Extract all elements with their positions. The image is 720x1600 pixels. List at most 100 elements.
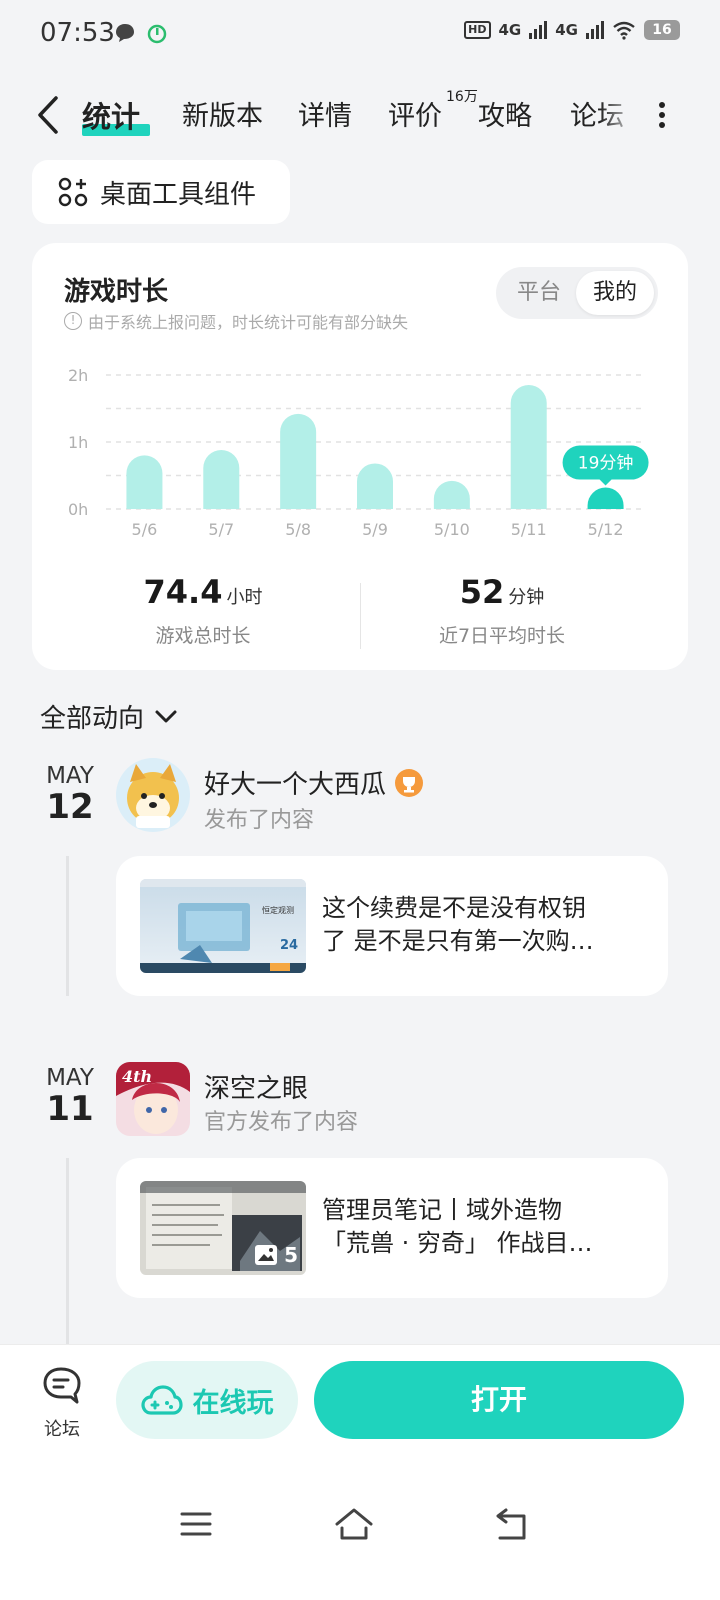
post-author-name: 好大一个大西瓜 [204,770,387,800]
segment-platform[interactable]: 平台 [504,271,574,315]
system-navigation-bar [0,1490,720,1570]
post-author[interactable]: 深空之眼 [204,1068,308,1105]
total-playtime-stat: 74.4 小时 游戏总时长 [118,573,288,648]
x-tick-label: 5/7 [208,520,234,539]
menu-icon[interactable] [176,1504,216,1544]
avatar[interactable] [116,758,190,832]
widget-grid-icon [58,177,88,207]
forum-button-label: 论坛 [44,1419,80,1440]
post-date-month: MAY [46,1065,94,1091]
more-options-icon[interactable] [654,98,670,134]
chart-bar [587,487,624,509]
chart-bar [510,385,547,509]
post-date-day: 11 [46,1089,94,1129]
avg-playtime-stat: 52 分钟 近7日平均时长 [422,573,582,648]
tab-new-version[interactable]: 新版本 [182,94,263,133]
playtime-note-text: 由于系统上报问题，时长统计可能有部分缺失 [88,313,409,332]
post-thumbnail: 恒定观测 24 [140,879,306,973]
highlight-tooltip-pointer [599,479,612,486]
post-author-name: 深空之眼 [204,1074,309,1104]
home-icon[interactable] [334,1504,374,1544]
avg-playtime-label: 近7日平均时长 [438,625,566,647]
x-tick-label: 5/6 [132,520,158,539]
status-time: 07:53 [40,18,115,48]
shiba-avatar-image [116,758,190,832]
thumb-number: 24 [280,938,298,953]
game-icon[interactable]: 4th [116,1062,190,1136]
x-tick-label: 5/11 [511,520,547,539]
post-date: MAY 11 [40,1065,100,1127]
back-nav-icon[interactable] [492,1504,532,1544]
tab-guides[interactable]: 攻略 [478,94,532,133]
tab-stats[interactable]: 统计 [82,94,140,136]
post-text-line: 这个续费是不是没有权钥 [322,894,586,922]
y-tick-label: 0h [68,500,88,519]
total-playtime-unit: 小时 [226,587,263,608]
open-game-button[interactable]: 打开 [314,1361,684,1439]
info-icon: ! [64,312,82,330]
play-online-button[interactable]: 在线玩 [116,1361,298,1439]
post-date: MAY 12 [40,763,100,825]
forum-chat-icon [43,1367,81,1404]
x-tick-label: 5/12 [588,520,624,539]
chart-bar [280,413,317,509]
timeline-line [66,1158,69,1348]
chevron-down-icon [155,710,177,722]
widget-label: 桌面工具组件 [100,179,257,210]
status-bar: 07:53 HD 4G 4G 16 [0,0,720,70]
battery-icon: 16 [644,20,680,40]
x-tick-label: 5/8 [285,520,311,539]
tab-reviews[interactable]: 评价 [388,94,442,133]
tab-details[interactable]: 详情 [298,94,352,133]
timeline-line [66,856,69,996]
highlight-tooltip-label: 19分钟 [578,454,634,474]
post-text: 管理员笔记丨域外造物 「荒兽 · 穷奇」 作战目… [322,1194,642,1260]
signal-icon-2 [586,21,604,39]
x-tick-label: 5/10 [434,520,470,539]
post-card[interactable]: 5 管理员笔记丨域外造物 「荒兽 · 穷奇」 作战目… [116,1158,668,1298]
post-text-line: 管理员笔记丨域外造物 [322,1196,562,1224]
network-4g-label: 4G [498,21,522,39]
total-playtime-value: 74.4 [143,573,223,611]
chat-notification-icon [116,24,134,42]
trophy-badge-icon [395,768,424,797]
y-tick-label: 1h [68,433,88,452]
chart-bar [203,450,240,509]
post-date-day: 12 [46,787,94,827]
post-card[interactable]: 恒定观测 24 这个续费是不是没有权钥 了 是不是只有第一次购… [116,856,668,996]
post-author[interactable]: 好大一个大西瓜 [204,764,424,801]
image-count-badge: 5 [254,1243,298,1267]
network-4g-label-2: 4G [555,21,578,39]
playtime-bar-chart: 2h 1h 0h 5/6 5/7 5/8 5/9 5/10 5/11 5/12 19分钟 [68,366,649,539]
x-tick-label: 5/9 [362,520,388,539]
feed-filter-label: 全部动向 [40,704,145,734]
playtime-card: 游戏时长 ! 由于系统上报问题，时长统计可能有部分缺失 平台 我的 2h 1h 0h… [32,243,688,670]
hd-icon: HD [464,21,491,39]
signal-icon [529,21,548,39]
total-playtime-label: 游戏总时长 [155,625,251,647]
post-action: 发布了内容 [204,808,315,833]
y-tick-label: 2h [68,366,88,385]
playtime-segment-control: 平台 我的 [496,267,658,319]
game-icon-image: 4th [116,1062,190,1136]
post-text: 这个续费是不是没有权钥 了 是不是只有第一次购… [322,892,642,958]
desktop-widget-button[interactable]: 桌面工具组件 [32,160,290,224]
back-arrow-icon[interactable] [30,92,70,138]
avg-playtime-unit: 分钟 [508,587,545,608]
feed-filter-dropdown[interactable]: 全部动向 [40,698,178,735]
stat-divider [360,583,361,649]
chart-bar [126,455,163,509]
notification-icons [114,22,168,44]
post-date-month: MAY [46,763,94,789]
segment-mine[interactable]: 我的 [576,271,654,315]
image-icon [255,1245,278,1265]
tab-bar: 统计 新版本 详情 评价 16万 攻略 论坛 [0,80,720,150]
thumb-title: 恒定观测 [262,905,294,915]
game-icon-text: 4th [122,1067,152,1086]
image-count: 5 [284,1243,298,1267]
playtime-note: ! 由于系统上报问题，时长统计可能有部分缺失 [64,309,408,333]
playtime-title: 游戏时长 [64,277,169,307]
forum-button[interactable]: 论坛 [30,1365,94,1441]
avg-playtime-value: 52 [459,573,505,611]
sync-notification-icon [147,24,167,44]
